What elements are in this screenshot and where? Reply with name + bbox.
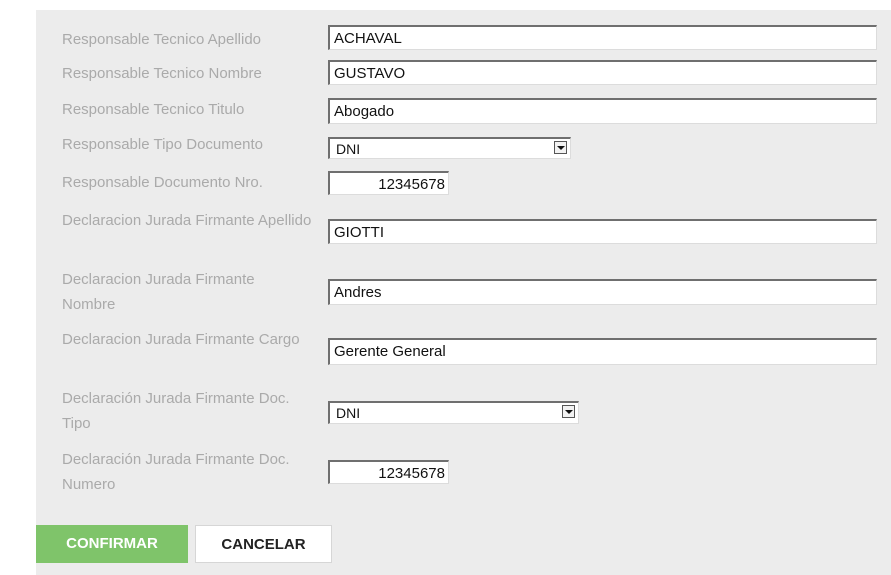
tipo-doc-select[interactable]: DNI bbox=[328, 137, 571, 159]
label-dj-cargo: Declaracion Jurada Firmante Cargo bbox=[62, 331, 300, 348]
dj-cargo-input[interactable]: Gerente General bbox=[328, 338, 877, 365]
label-dj-doc-tipo: Declaración Jurada Firmante Doc. Tipo bbox=[62, 390, 290, 432]
dj-apellido-input[interactable]: GIOTTI bbox=[328, 219, 877, 244]
dj-doc-numero-input[interactable]: 12345678 bbox=[328, 460, 449, 484]
doc-nro-input[interactable]: 12345678 bbox=[328, 171, 449, 195]
dj-doc-tipo-selected: DNI bbox=[336, 405, 361, 421]
tec-apellido-input[interactable]: ACHAVAL bbox=[328, 25, 877, 50]
dj-nombre-input[interactable]: Andres bbox=[328, 279, 877, 305]
label-dj-apellido: Declaracion Jurada Firmante Apellido bbox=[62, 212, 312, 229]
tec-titulo-input[interactable]: Abogado bbox=[328, 98, 877, 124]
label-doc-nro: Responsable Documento Nro. bbox=[62, 174, 263, 191]
cancel-button[interactable]: CANCELAR bbox=[195, 525, 332, 563]
chevron-down-icon[interactable] bbox=[562, 405, 575, 418]
label-tec-titulo: Responsable Tecnico Titulo bbox=[62, 101, 245, 118]
tipo-doc-selected: DNI bbox=[336, 141, 361, 157]
confirm-button[interactable]: CONFIRMAR bbox=[36, 525, 188, 563]
label-dj-nombre: Declaracion Jurada Firmante Nombre bbox=[62, 271, 255, 313]
label-tec-apellido: Responsable Tecnico Apellido bbox=[62, 31, 262, 48]
label-tipo-doc: Responsable Tipo Documento bbox=[62, 136, 263, 153]
chevron-down-icon[interactable] bbox=[554, 141, 567, 154]
tec-nombre-input[interactable]: GUSTAVO bbox=[328, 60, 877, 85]
label-dj-doc-numero: Declaración Jurada Firmante Doc. Numero bbox=[62, 451, 290, 493]
label-tec-nombre: Responsable Tecnico Nombre bbox=[62, 65, 262, 82]
dj-doc-tipo-select[interactable]: DNI bbox=[328, 401, 579, 424]
